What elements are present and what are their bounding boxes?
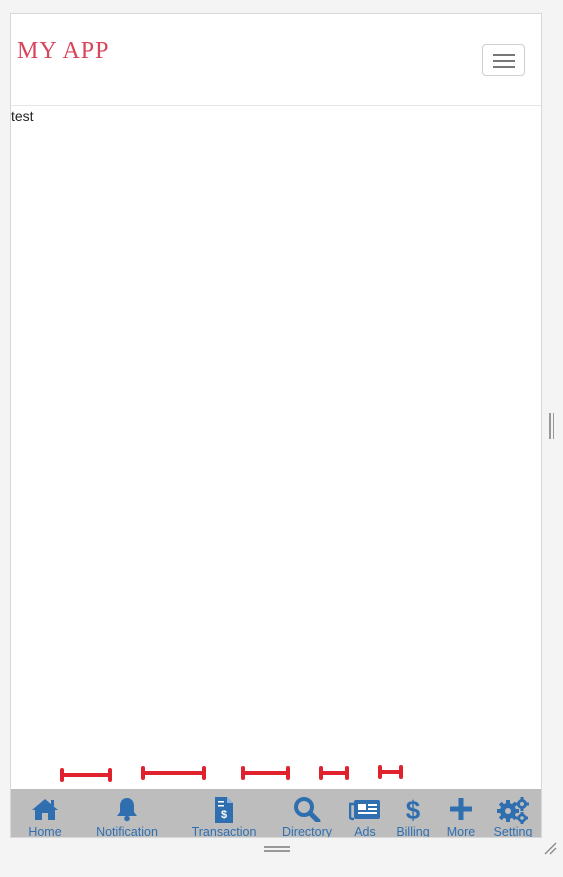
bottom-resize-handle[interactable]	[264, 846, 290, 852]
nav-label-notification: Notification	[96, 825, 158, 838]
menu-toggle-button[interactable]	[482, 44, 525, 76]
dollar-icon: $	[406, 796, 421, 824]
corner-resize-icon[interactable]	[543, 841, 557, 855]
nav-item-ads[interactable]: Ads	[349, 789, 381, 837]
newspaper-icon	[349, 800, 380, 821]
plus-icon	[450, 798, 472, 820]
nav-item-setting[interactable]: Setting	[494, 789, 532, 837]
svg-text:$: $	[406, 796, 421, 824]
nav-item-notification[interactable]: Notification	[96, 789, 158, 837]
nav-label-setting: Setting	[493, 825, 533, 838]
main-content: test	[11, 108, 541, 124]
side-resize-handle[interactable]	[549, 413, 554, 439]
nav-item-home[interactable]: Home	[28, 789, 62, 837]
home-icon	[32, 799, 58, 820]
app-frame: MY APP test Home Notification $ Transact…	[10, 13, 542, 838]
content-text: test	[11, 108, 34, 124]
gears-icon	[497, 797, 529, 824]
top-navbar: MY APP	[11, 14, 541, 106]
nav-item-more[interactable]: More	[447, 789, 475, 837]
bottom-navigation: Home Notification $ Transaction Director…	[11, 789, 541, 837]
nav-item-directory[interactable]: Directory	[282, 789, 332, 837]
invoice-icon: $	[215, 797, 233, 823]
nav-item-transaction[interactable]: $ Transaction	[192, 789, 256, 837]
brand-logo[interactable]: MY APP	[17, 38, 109, 65]
hamburger-icon	[493, 54, 515, 56]
svg-text:$: $	[221, 809, 227, 821]
nav-item-billing[interactable]: $ Billing	[396, 789, 429, 837]
nav-label-home: Home	[28, 825, 62, 838]
bell-icon	[117, 798, 137, 822]
nav-label-transaction: Transaction	[191, 825, 257, 838]
search-icon	[294, 797, 321, 822]
